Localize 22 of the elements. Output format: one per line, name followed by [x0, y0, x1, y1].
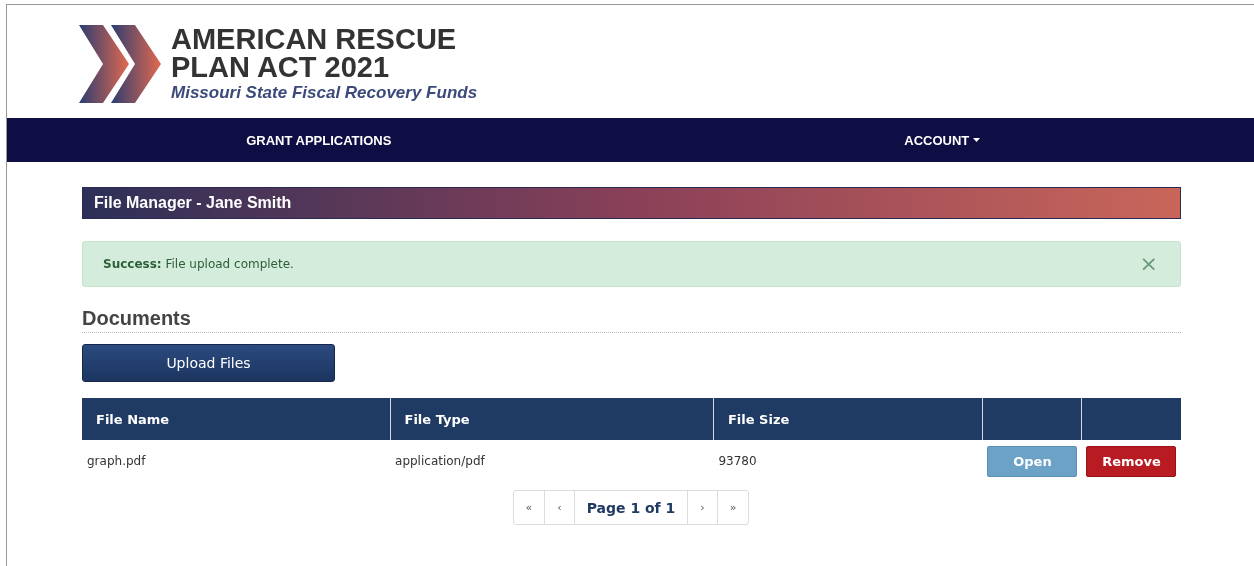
nav-link[interactable]: GRANT APPLICATIONS	[246, 132, 392, 148]
page-arrow-button[interactable]: ‹	[544, 490, 575, 525]
column-header: File Type	[390, 398, 714, 440]
logo-subtitle: Missouri State Fiscal Recovery Funds	[171, 82, 478, 103]
upload-button[interactable]: Upload Files	[82, 344, 335, 382]
section-heading: Documents	[82, 307, 1181, 333]
nav-link[interactable]: ACCOUNT	[904, 132, 981, 148]
page-arrow-button[interactable]: »	[716, 490, 750, 525]
table-cell: application/pdf	[390, 440, 714, 482]
logo-title: PLAN ACT 2021	[171, 52, 391, 81]
chevron-logo-icon	[79, 24, 161, 103]
alert-message: Success: File upload complete.	[103, 257, 294, 271]
column-header: File Name	[82, 398, 391, 440]
page-arrow-button[interactable]: ›	[687, 490, 718, 525]
page-arrow-button[interactable]: «	[512, 490, 546, 525]
table-cell: graph.pdf	[82, 440, 391, 482]
logo-title: AMERICAN RESCUE	[171, 24, 458, 53]
table-cell: 93780	[713, 440, 983, 482]
remove-button[interactable]: Remove	[1086, 445, 1177, 477]
column-header: File Size	[713, 398, 983, 440]
page-indicator[interactable]: Page 1 of 1	[573, 490, 689, 525]
panel-title: File Manager - Jane Smith	[82, 187, 1181, 219]
